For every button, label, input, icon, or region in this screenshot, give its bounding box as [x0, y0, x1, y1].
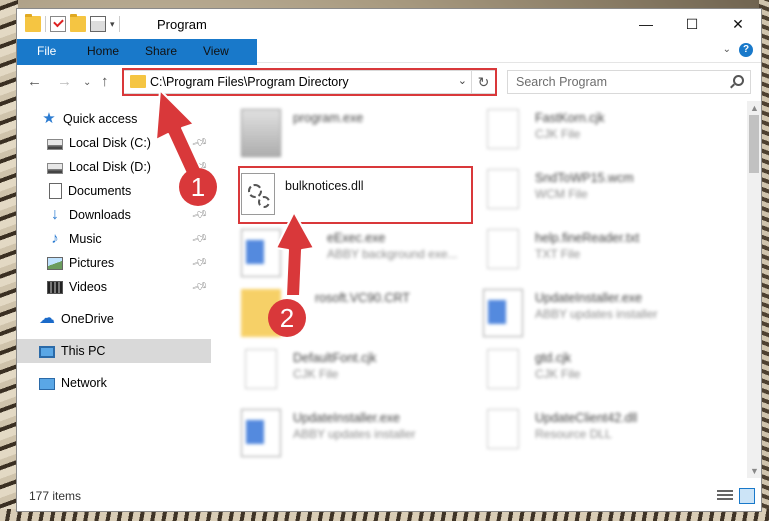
step-2-badge: 2: [268, 299, 306, 337]
step-1-badge: 1: [179, 168, 217, 206]
annotation-arrows: [155, 89, 315, 297]
arrow-2-icon: [275, 211, 315, 297]
